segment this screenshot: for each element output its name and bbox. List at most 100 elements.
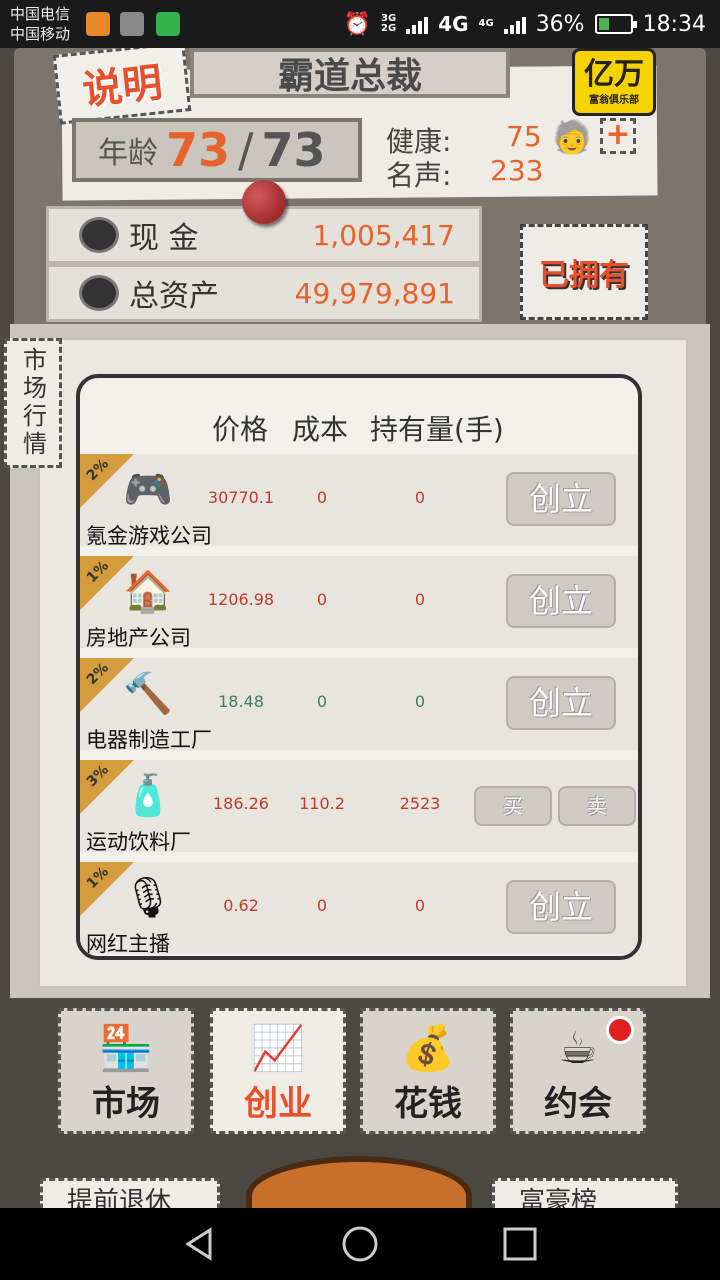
market-row: 2% 🔨 电器制造工厂 18.48 0 0 创立 <box>80 654 638 752</box>
coins-stack-icon <box>79 275 119 311</box>
col-header-price: 价格 <box>212 413 269 446</box>
col-header-cost: 成本 <box>292 413 349 446</box>
club-badge[interactable]: 亿万 富翁俱乐部 <box>572 48 656 116</box>
business-name: 运动饮料厂 <box>86 830 191 854</box>
cost-value: 0 <box>316 590 328 609</box>
gamepad-icon: 🎮 <box>123 467 173 513</box>
microphone-icon: 🎙 <box>122 875 174 921</box>
age-separator: / <box>238 123 254 177</box>
holding-value: 0 <box>414 692 426 711</box>
business-name: 网红主播 <box>86 932 170 956</box>
hand-coins-icon: 💰 <box>400 1023 456 1074</box>
chart-up-icon: 📈 <box>250 1023 306 1074</box>
cost-value: 0 <box>316 692 328 711</box>
back-icon[interactable] <box>180 1224 220 1264</box>
market-row: 3% 🧴 运动饮料厂 186.26 110.2 2523 买卖 <box>80 756 638 854</box>
club-badge-title: 亿万 <box>584 56 644 92</box>
alarm-icon: ⏰ <box>343 11 371 37</box>
age-box: 年龄 73 / 73 <box>72 118 362 182</box>
health-value: 75 <box>506 120 542 153</box>
assets-row: 总资产 49,979,891 <box>46 264 482 322</box>
price-value: 18.48 <box>218 692 264 711</box>
cost-value: 0 <box>316 488 328 507</box>
recent-apps-icon[interactable] <box>500 1224 540 1264</box>
price-value: 1206.98 <box>207 590 275 609</box>
holding-value: 2523 <box>399 794 441 813</box>
gallery-icon <box>120 12 144 36</box>
nav-tab[interactable]: 💰 花钱 <box>360 1008 496 1134</box>
sell-button[interactable]: 卖 <box>558 786 636 826</box>
create-button[interactable]: 创立 <box>506 880 616 934</box>
assets-label: 总资产 <box>129 279 219 314</box>
add-health-button[interactable]: + <box>600 118 636 154</box>
weibo-icon <box>86 12 110 36</box>
business-name: 电器制造工厂 <box>86 728 212 752</box>
system-nav-bar <box>0 1208 720 1280</box>
market-tab[interactable]: 市场行情 <box>4 338 62 468</box>
col-header-holding: 持有量(手) <box>370 413 504 446</box>
old-man-icon: 🧓 <box>552 118 592 156</box>
network-type-3: 4G <box>478 18 494 29</box>
home-icon[interactable] <box>340 1224 380 1264</box>
carrier-2: 中国移动 <box>10 25 71 43</box>
nav-tab[interactable]: 🏪 市场 <box>58 1008 194 1134</box>
market-row: 1% 🎙 网红主播 0.62 0 0 创立 <box>80 858 638 956</box>
network-type-2: 4G <box>438 12 469 36</box>
nav-tab[interactable]: 📈 创业 <box>210 1008 346 1134</box>
market-row: 2% 🎮 氪金游戏公司 30770.1 0 0 创立 <box>80 450 638 548</box>
price-value: 30770.1 <box>207 488 275 507</box>
signal-icon <box>406 14 429 34</box>
create-button[interactable]: 创立 <box>506 574 616 628</box>
nav-tab-label: 花钱 <box>394 1084 462 1124</box>
clock-time: 18:34 <box>642 11 706 37</box>
age-label: 年龄 <box>98 136 158 171</box>
player-title: 霸道总裁 <box>190 48 510 98</box>
status-bar: 中国电信 中国移动 ⏰ 3G 2G 4G 4G 36% 18:34 <box>0 0 720 48</box>
price-value: 186.26 <box>213 794 269 813</box>
assets-value: 49,979,891 <box>294 276 455 310</box>
market-row: 1% 🏠 房地产公司 1206.98 0 0 创立 <box>80 552 638 650</box>
battery-icon <box>594 14 637 34</box>
holding-value: 0 <box>414 896 426 915</box>
battery-percent: 36% <box>535 11 585 37</box>
wechat-icon <box>156 12 180 36</box>
appliance-icon: 🔨 <box>123 671 173 717</box>
nav-tab-label: 约会 <box>544 1084 612 1124</box>
status-right: ⏰ 3G 2G 4G 4G 36% 18:34 <box>344 8 706 40</box>
cost-value: 110.2 <box>299 794 345 813</box>
shop-icon: 🏪 <box>98 1023 154 1074</box>
column-headers: 价格 成本 持有量(手) <box>80 408 638 448</box>
market-list: 价格 成本 持有量(手) 2% 🎮 氪金游戏公司 30770.1 0 0 创立 1% 🏠 房地产公… <box>76 374 642 960</box>
carrier-labels: 中国电信 中国移动 <box>10 4 70 44</box>
house-icon: 🏠 <box>123 569 173 615</box>
nav-tab-label: 创业 <box>244 1084 312 1124</box>
notification-dot <box>606 1016 634 1044</box>
cash-label: 现 金 <box>129 221 199 256</box>
create-button[interactable]: 创立 <box>506 472 616 526</box>
push-pin-icon <box>242 180 286 224</box>
holding-value: 0 <box>414 590 426 609</box>
price-value: 0.62 <box>223 896 259 915</box>
early-retire-button[interactable]: 提前退休 <box>40 1178 220 1208</box>
business-name: 房地产公司 <box>86 626 191 650</box>
age-current: 73 <box>166 123 231 177</box>
cash-value: 1,005,417 <box>312 218 455 252</box>
drink-bottle-icon: 🧴 <box>123 773 173 819</box>
create-button[interactable]: 创立 <box>506 676 616 730</box>
owned-button[interactable]: 已拥有 <box>520 224 648 320</box>
carrier-1: 中国电信 <box>10 5 71 23</box>
holding-value: 0 <box>414 488 426 507</box>
club-badge-subtitle: 富翁俱乐部 <box>589 94 639 106</box>
age-max: 73 <box>261 123 326 177</box>
game-screen: 霸道总裁 说明 亿万 富翁俱乐部 年龄 73 / 73 健康: 75 🧓 + 名… <box>0 48 720 1208</box>
business-name: 氪金游戏公司 <box>86 524 212 548</box>
fame-label: 名声: <box>386 159 452 192</box>
signal-icon-2 <box>503 14 526 34</box>
rich-list-button[interactable]: 富豪榜 <box>492 1178 678 1208</box>
coin-icon <box>79 217 119 253</box>
fame-value: 233 <box>490 154 544 187</box>
network-type-1: 3G 2G <box>381 13 397 34</box>
cost-value: 0 <box>316 896 328 915</box>
buy-button[interactable]: 买 <box>474 786 552 826</box>
nav-tab-label: 市场 <box>92 1084 160 1124</box>
